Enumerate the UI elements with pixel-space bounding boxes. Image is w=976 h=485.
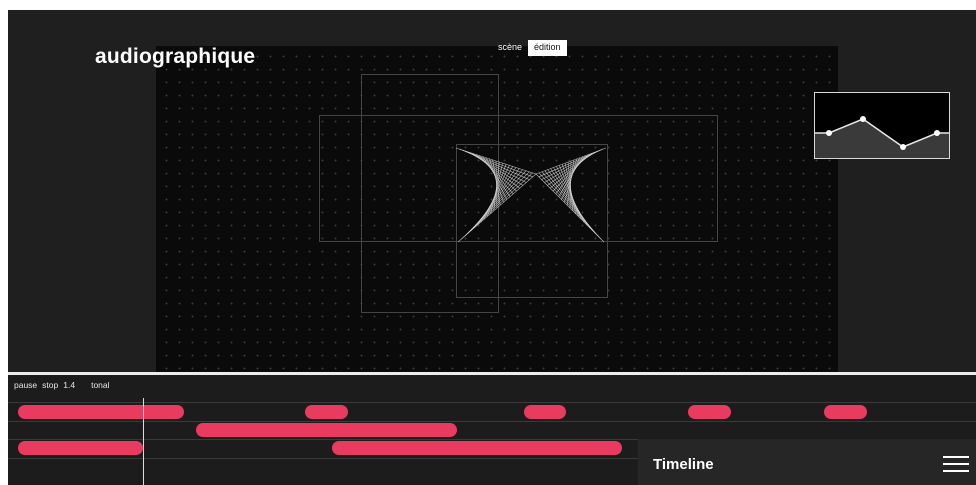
track-2-clip[interactable] [196,423,457,437]
pause-button[interactable]: pause [14,380,37,390]
automation-preview[interactable] [814,92,950,159]
track-3-clip[interactable] [332,441,622,455]
track-1-clip[interactable] [18,405,184,419]
track-3-clip[interactable] [18,441,143,455]
scene-editor: audiographique scène édition [8,10,976,373]
tempo-value[interactable]: 1.4 [63,380,75,390]
track-1-clip[interactable] [824,405,867,419]
playhead[interactable] [143,398,144,485]
mode-edition-button[interactable]: édition [528,40,567,56]
transport-bar: pause stop 1.4 tonal [14,380,110,390]
timeline-panel: pause stop 1.4 tonal Timeline [8,375,976,485]
automation-curve-icon [815,116,949,158]
app-window: audiographique scène édition pause stop … [8,10,976,485]
track-1-clip[interactable] [524,405,566,419]
track-1-clip[interactable] [305,405,348,419]
tonal-mode-button[interactable]: tonal [91,380,109,390]
stop-button[interactable]: stop [42,380,58,390]
app-title: audiographique [95,45,256,68]
timeline-header: Timeline [638,439,976,485]
mode-scene-button[interactable]: scène [492,40,528,56]
track-divider [8,402,976,403]
track-divider [8,421,976,422]
timeline-label: Timeline [653,456,714,473]
mode-toggle: scène édition [492,40,567,56]
hamburger-menu-icon[interactable] [943,456,969,474]
track-1-clip[interactable] [688,405,731,419]
